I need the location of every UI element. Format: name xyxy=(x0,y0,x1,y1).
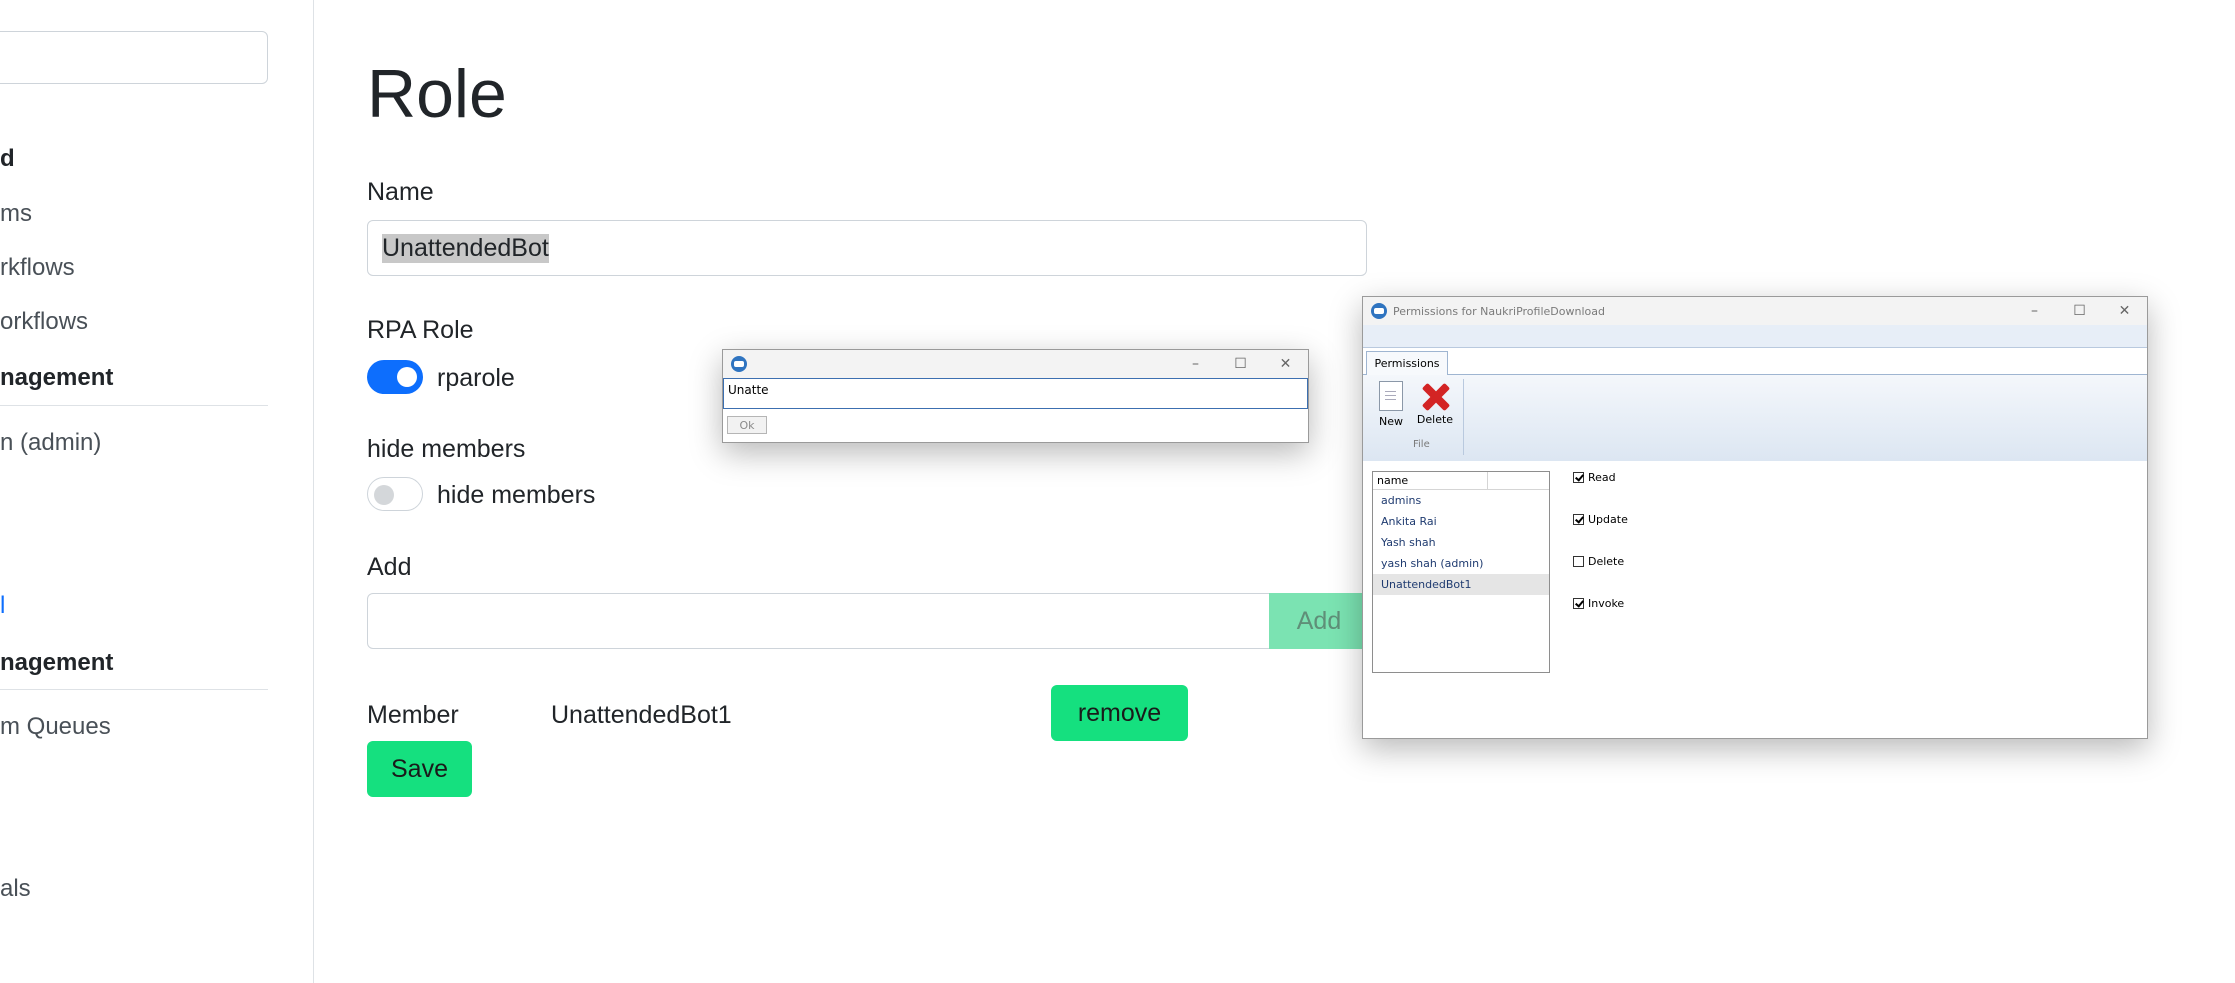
ribbon-tab-strip xyxy=(1363,325,2147,348)
list-item[interactable]: Ankita Rai xyxy=(1373,511,1549,532)
input-dialog: – ☐ ✕ Unatte Ok xyxy=(722,349,1309,443)
invoke-checkbox[interactable] xyxy=(1573,598,1584,609)
delete-button-label: Delete xyxy=(1416,413,1454,426)
permissions-dialog: Permissions for NaukriProfileDownload – … xyxy=(1362,296,2148,739)
sidebar-item-5[interactable]: n (admin) xyxy=(0,429,101,457)
permission-label: Read xyxy=(1588,471,1616,484)
delete-button[interactable]: Delete xyxy=(1415,381,1455,426)
close-icon[interactable]: ✕ xyxy=(2102,297,2147,325)
ribbon-group-label: File xyxy=(1413,439,1430,450)
name-label: Name xyxy=(367,178,434,206)
member-name: UnattendedBot1 xyxy=(551,701,732,729)
remove-button[interactable]: remove xyxy=(1051,685,1188,741)
sidebar-search-input[interactable] xyxy=(0,31,268,84)
name-field-value: UnattendedBot xyxy=(382,233,549,263)
maximize-icon[interactable]: ☐ xyxy=(1218,350,1263,378)
new-button[interactable]: New xyxy=(1371,381,1411,428)
add-member-input[interactable] xyxy=(367,593,1270,649)
sidebar-item-0[interactable]: d xyxy=(0,145,15,173)
sidebar-section-heading: nagement xyxy=(0,364,114,391)
minimize-icon[interactable]: – xyxy=(2012,297,2057,325)
rpa-role-toggle[interactable] xyxy=(367,360,423,394)
new-document-icon xyxy=(1379,381,1403,411)
robot-app-icon xyxy=(731,356,747,372)
sidebar-item-1[interactable]: ms xyxy=(0,200,32,228)
add-button[interactable]: Add xyxy=(1269,593,1369,649)
permission-delete[interactable]: Delete xyxy=(1573,555,1624,568)
new-button-label: New xyxy=(1379,415,1403,428)
member-label: Member xyxy=(367,701,459,729)
permission-update[interactable]: Update xyxy=(1573,513,1628,526)
list-item[interactable]: Yash shah xyxy=(1373,532,1549,553)
rpa-role-toggle-label: rparole xyxy=(437,364,515,392)
list-item[interactable]: admins xyxy=(1373,490,1549,511)
minimize-icon[interactable]: – xyxy=(1173,350,1218,378)
hide-members-label: hide members xyxy=(367,435,526,463)
name-field[interactable]: UnattendedBot xyxy=(367,220,1367,276)
add-label: Add xyxy=(367,553,412,581)
permission-invoke[interactable]: Invoke xyxy=(1573,597,1624,610)
rpa-role-label: RPA Role xyxy=(367,316,474,344)
maximize-icon[interactable]: ☐ xyxy=(2057,297,2102,325)
delete-checkbox[interactable] xyxy=(1573,556,1584,567)
hide-members-toggle-label: hide members xyxy=(437,481,596,509)
permissions-dialog-title: Permissions for NaukriProfileDownload xyxy=(1393,304,1605,318)
ribbon-panel: New Delete File xyxy=(1363,374,2147,461)
hide-members-toggle[interactable] xyxy=(367,477,423,511)
list-item-selected[interactable]: UnattendedBot1 xyxy=(1373,574,1549,595)
sidebar-item-8[interactable]: m Queues xyxy=(0,713,111,741)
read-checkbox[interactable] xyxy=(1573,472,1584,483)
tab-permissions[interactable]: Permissions xyxy=(1366,351,1448,375)
input-dialog-titlebar[interactable]: – ☐ ✕ xyxy=(723,350,1308,378)
sidebar-item-2[interactable]: rkflows xyxy=(0,254,75,282)
sidebar: d ms rkflows orkflows nagement n (admin)… xyxy=(0,0,314,983)
permission-read[interactable]: Read xyxy=(1573,471,1616,484)
user-listbox[interactable]: name admins Ankita Rai Yash shah yash sh… xyxy=(1372,471,1550,673)
input-dialog-field[interactable]: Unatte xyxy=(723,378,1308,409)
permissions-dialog-titlebar[interactable]: Permissions for NaukriProfileDownload – … xyxy=(1363,297,2147,325)
sidebar-item-6[interactable]: l xyxy=(0,592,5,620)
ribbon-separator xyxy=(1463,379,1464,455)
sidebar-divider xyxy=(0,689,268,690)
ok-button[interactable]: Ok xyxy=(727,416,767,434)
update-checkbox[interactable] xyxy=(1573,514,1584,525)
permission-label: Invoke xyxy=(1588,597,1625,610)
list-column-header[interactable]: name xyxy=(1373,472,1549,490)
permission-label: Delete xyxy=(1588,555,1625,568)
save-button[interactable]: Save xyxy=(367,741,472,797)
sidebar-section-heading: nagement xyxy=(0,649,114,676)
sidebar-divider xyxy=(0,405,268,406)
delete-x-icon xyxy=(1420,381,1450,411)
page-title: Role xyxy=(367,56,507,132)
robot-app-icon xyxy=(1371,303,1387,319)
sidebar-item-3[interactable]: orkflows xyxy=(0,308,88,336)
permission-label: Update xyxy=(1588,513,1628,526)
sidebar-item-9[interactable]: als xyxy=(0,875,31,903)
list-item[interactable]: yash shah (admin) xyxy=(1373,553,1549,574)
close-icon[interactable]: ✕ xyxy=(1263,350,1308,378)
